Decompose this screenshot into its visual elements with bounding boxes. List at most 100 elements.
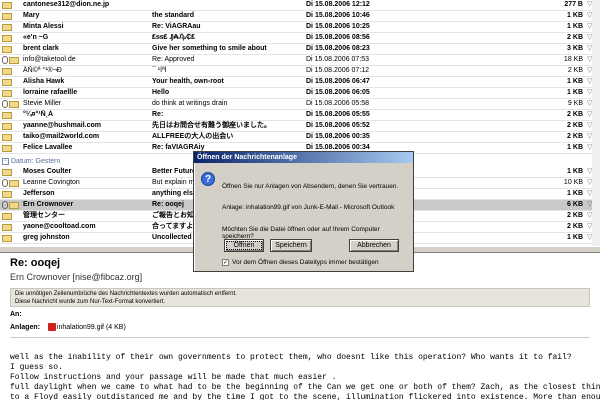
- open-attachment-dialog: Öffnen der Nachrichtenanlage ? Öffnen Si…: [193, 151, 414, 272]
- info-bar[interactable]: Die unnötigen Zeilenumbrüche des Nachric…: [10, 288, 590, 307]
- info-line-1: Die unnötigen Zeilenumbrüche des Nachric…: [15, 291, 237, 297]
- row-icons: [2, 44, 22, 54]
- envelope-icon: [2, 13, 12, 20]
- message-sender: Felice Lavallee: [23, 144, 73, 151]
- attachments-label: Anlagen:: [10, 323, 40, 331]
- message-row[interactable]: °¼¤°¹Ñ¸À Re: Di 15.08.2006 05:55 2 KB ▽: [0, 110, 600, 121]
- envelope-icon: [9, 202, 19, 209]
- message-subject: the standard: [152, 12, 195, 19]
- message-row[interactable]: cantonese312@dion.ne.jp Di 15.08.2006 12:…: [0, 0, 600, 11]
- message-subject: ¯ ¹ÌªÍ: [152, 67, 167, 74]
- message-size: 3 KB: [567, 45, 583, 52]
- envelope-icon: [2, 79, 12, 86]
- envelope-icon: [2, 134, 12, 141]
- message-sender: yaanne@hushmail.com: [23, 122, 102, 129]
- gif-file-icon[interactable]: [47, 323, 56, 331]
- message-size: 1 KB: [567, 190, 583, 197]
- info-line-2: Diese Nachricht wurde zum Nur-Text-Forma…: [15, 299, 166, 305]
- message-row[interactable]: yaanne@hushmail.com 先日はお問合せ有難う御座いました。 Di 1…: [0, 121, 600, 132]
- envelope-icon: [9, 101, 19, 108]
- message-size: 6 KB: [567, 201, 583, 208]
- paperclip-icon: [2, 100, 8, 108]
- message-sender: brent clark: [23, 45, 59, 52]
- envelope-icon: [2, 213, 12, 220]
- message-size: 1 KB: [567, 144, 583, 151]
- confirm-checkbox[interactable]: ✓: [222, 259, 229, 266]
- row-icons: [2, 121, 22, 131]
- message-sender: 管理センター: [23, 212, 65, 219]
- message-subject: [152, 0, 300, 10]
- message-sender: yaone@cooltoad.com: [23, 223, 96, 230]
- envelope-icon: [2, 35, 12, 42]
- envelope-icon: [2, 24, 12, 31]
- row-icons: [2, 222, 22, 232]
- message-row[interactable]: Stevie Miller do think at writings drain D…: [0, 99, 600, 110]
- message-size: 10 KB: [563, 179, 583, 186]
- message-row[interactable]: Minta Alessi Re: ViAGRAau Di 15.08.2006 10…: [0, 22, 600, 33]
- message-sender: Mary: [23, 12, 40, 19]
- row-icons: [2, 0, 22, 10]
- message-row[interactable]: info@taketool.de Re: Approved Di 15.08.200…: [0, 55, 600, 66]
- message-size: 9 KB: [567, 100, 583, 107]
- cancel-button[interactable]: Abbrechen: [349, 239, 399, 252]
- message-date: Di 15.08.2006 10:25: [306, 23, 370, 30]
- attachment-link[interactable]: inhalation99.gif (4 KB): [57, 324, 126, 331]
- message-date: Di 15.08.2006 00:35: [306, 133, 370, 140]
- message-sender: taiko@mail2world.com: [23, 133, 100, 140]
- collapse-icon[interactable]: −: [2, 158, 9, 165]
- message-size: 2 KB: [567, 111, 583, 118]
- paperclip-icon: [2, 56, 8, 64]
- row-icons: [2, 233, 22, 243]
- row-icons: [2, 99, 22, 109]
- message-sender: greg johnston: [23, 234, 70, 241]
- checkbox-label: Vor dem Öffnen dieses Dateityps immer be…: [232, 259, 379, 267]
- message-date: Di 15.08.2006 05:55: [306, 111, 370, 118]
- dialog-title: Öffnen der Nachrichtenanlage: [194, 152, 413, 163]
- message-row[interactable]: brent clark Give her something to smile a…: [0, 44, 600, 55]
- message-date: Di 15.08.2006 06:05: [306, 89, 370, 96]
- message-row[interactable]: ÂÑ©ª °¹®¬Ð ¯ ¹ÌªÍ Di 15.08.2006 07:12 2 KB ▽: [0, 66, 600, 77]
- reading-pane: Re: ooqej Ern Crownover [nise@fibcaz.org…: [0, 253, 600, 400]
- row-icons: [2, 178, 22, 188]
- row-icons: [2, 189, 22, 199]
- message-size: 1 KB: [567, 89, 583, 96]
- envelope-icon: [9, 180, 19, 187]
- header-divider: [10, 337, 590, 338]
- row-icons: [2, 143, 22, 153]
- envelope-icon: [2, 169, 12, 176]
- message-row[interactable]: Alisha Hawk Your health, own-root Di 15.08…: [0, 77, 600, 88]
- message-sender: info@taketool.de: [23, 56, 76, 63]
- message-size: 2 KB: [567, 223, 583, 230]
- message-date: Di 15.08.2006 08:56: [306, 34, 370, 41]
- message-subject: Give her something to smile about: [152, 45, 267, 52]
- message-row[interactable]: taiko@mail2world.com ALLFREEの大人の出会い Di 15.…: [0, 132, 600, 143]
- dialog-warning: Öffnen Sie nur Anlagen von Absendern, de…: [222, 183, 399, 190]
- group-label: Datum: Gestern: [11, 158, 61, 165]
- row-icons: [2, 200, 22, 210]
- envelope-icon: [2, 123, 12, 130]
- row-icons: [2, 211, 22, 221]
- envelope-icon: [2, 191, 12, 198]
- envelope-icon: [2, 2, 12, 9]
- message-date: Di 15.08.2006 07:12: [306, 67, 370, 74]
- message-row[interactable]: «e'n ~G ₤ᵴᵴ₤ ₰₳₯₵₤ Di 15.08.2006 08:56 2 KB…: [0, 33, 600, 44]
- message-size: 1 KB: [567, 234, 583, 241]
- preview-subject: Re: ooqej: [10, 257, 61, 269]
- message-size: 2 KB: [567, 34, 583, 41]
- open-button[interactable]: Öffnen: [224, 239, 264, 252]
- message-list-scrollbar[interactable]: [592, 0, 600, 246]
- row-icons: [2, 77, 22, 87]
- preview-sender: Ern Crownover [nise@fibcaz.org]: [10, 272, 143, 282]
- save-button[interactable]: Speichern: [270, 239, 312, 252]
- envelope-icon: [2, 90, 12, 97]
- message-sender: lorraine rafaellle: [23, 89, 78, 96]
- envelope-icon: [2, 46, 12, 53]
- row-icons: [2, 88, 22, 98]
- message-subject: Your health, own-root: [152, 78, 224, 85]
- message-row[interactable]: Mary the standard Di 15.08.2006 10:46 1 KB ▽: [0, 11, 600, 22]
- envelope-icon: [9, 57, 19, 64]
- message-row[interactable]: lorraine rafaellle Hello Di 15.08.2006 06:…: [0, 88, 600, 99]
- message-sender: Leanne Covington: [23, 179, 80, 186]
- paperclip-icon: [2, 201, 8, 209]
- confirm-checkbox-row[interactable]: ✓ Vor dem Öffnen dieses Dateityps immer b…: [222, 259, 379, 266]
